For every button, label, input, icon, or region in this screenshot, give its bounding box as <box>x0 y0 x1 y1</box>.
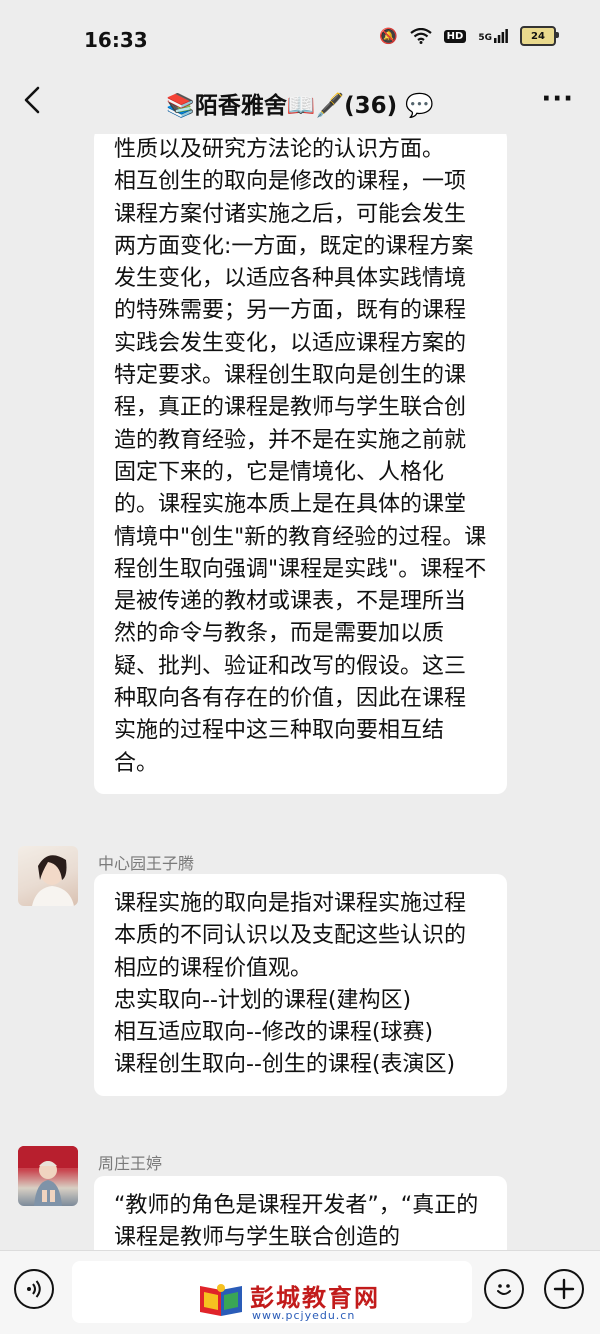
more-options-icon[interactable]: ··· <box>541 84 574 114</box>
network-type: 5G <box>478 33 492 43</box>
wifi-icon <box>409 28 432 44</box>
chat-header: 📚陌香雅舍📖🖋️(36) 💬 ··· <box>0 72 600 134</box>
watermark-name: 彭城教育网 <box>250 1284 380 1312</box>
smiley-icon <box>497 1284 511 1295</box>
voice-input-button[interactable] <box>14 1269 54 1309</box>
status-icons: 🔕 HD 5G 24 <box>378 26 559 46</box>
avatar-child-icon <box>18 1146 78 1206</box>
status-time: 16:33 <box>84 28 148 52</box>
avatar[interactable] <box>18 846 78 906</box>
message-list[interactable]: 性质以及研究方法论的认识方面。 相互创生的取向是修改的课程，一项课程方案付诸实施… <box>0 134 600 1250</box>
emoji-button[interactable] <box>484 1269 524 1309</box>
chat-title: 📚陌香雅舍📖🖋️(36) 💬 <box>166 93 434 119</box>
watermark-url: www.pcjyedu.cn <box>252 1309 356 1322</box>
voice-icon <box>27 1280 41 1298</box>
signal-bars-icon <box>494 29 508 43</box>
avatar[interactable] <box>18 1146 78 1206</box>
watermark-book-icon <box>200 1284 242 1316</box>
avatar-portrait-icon <box>32 855 74 906</box>
message-bubble[interactable]: “教师的角色是课程开发者”，“真正的课程是教师与学生联合创造的 <box>94 1176 507 1250</box>
battery-level: 24 <box>531 30 545 42</box>
message-bubble[interactable]: 性质以及研究方法论的认识方面。 相互创生的取向是修改的课程，一项课程方案付诸实施… <box>94 134 507 794</box>
battery-icon: 24 <box>520 26 559 46</box>
more-functions-button[interactable] <box>544 1269 584 1309</box>
mute-icon: 🔕 <box>378 27 398 45</box>
sender-name: 周庄王婷 <box>98 1154 163 1173</box>
status-bar: 16:33 🔕 HD 5G 24 <box>0 0 600 72</box>
plus-icon <box>553 1278 575 1300</box>
signal-icon: 5G <box>478 29 508 43</box>
message-bubble[interactable]: 课程实施的取向是指对课程实施过程本质的不同认识以及支配这些认识的相应的课程价值观… <box>94 874 507 1096</box>
sender-name: 中心园王子腾 <box>98 854 195 873</box>
watermark: 彭城教育网 www.pcjyedu.cn <box>198 1276 408 1326</box>
hd-badge: HD <box>443 29 467 43</box>
